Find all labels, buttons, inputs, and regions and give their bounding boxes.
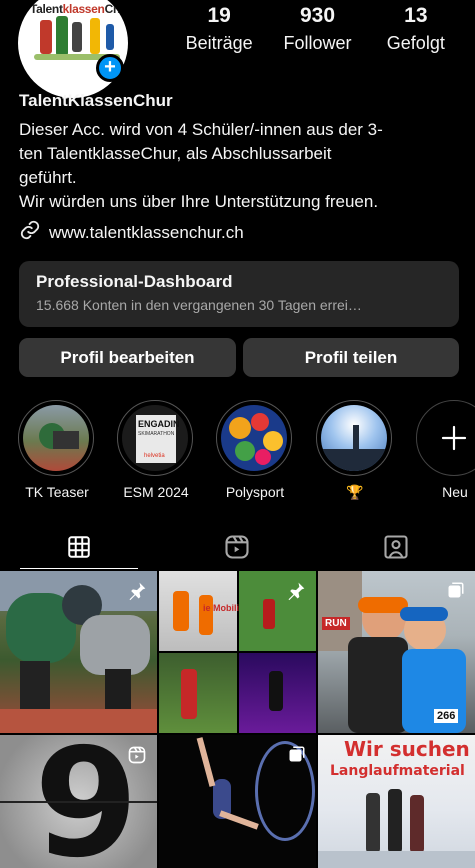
dashboard-subtitle: 15.668 Konten in den vergangenen 30 Tage… bbox=[36, 297, 362, 313]
highlight-cover bbox=[221, 405, 287, 471]
highlight-label: 🏆 bbox=[346, 484, 364, 500]
stat-posts-label: Beiträge bbox=[185, 33, 253, 53]
highlight-cover: ENGADIN SKIMARATHON helvetia bbox=[122, 405, 188, 471]
add-story-button[interactable]: + bbox=[96, 54, 124, 82]
edit-profile-button[interactable]: Profil bearbeiten bbox=[19, 338, 236, 377]
dashboard-title: Professional-Dashboard bbox=[36, 272, 233, 291]
highlight-polysport[interactable]: Polysport bbox=[216, 400, 294, 500]
stat-posts-count: 19 bbox=[207, 4, 231, 27]
tab-posts-grid[interactable] bbox=[0, 525, 158, 569]
stat-following-count: 13 bbox=[404, 4, 428, 27]
post-thumbnail[interactable]: Wir suchen Langlaufmaterial bbox=[318, 735, 475, 868]
highlight-label: Neu bbox=[442, 484, 468, 500]
posts-grid: ie Mobili RUN 266 9 Wir suchen Langlaufm… bbox=[0, 571, 475, 868]
highlight-label: TK Teaser bbox=[25, 484, 89, 500]
tab-tagged[interactable] bbox=[317, 525, 475, 569]
post-thumbnail[interactable] bbox=[159, 735, 316, 868]
stat-followers-label: Follower bbox=[283, 33, 352, 53]
share-profile-button[interactable]: Profil teilen bbox=[243, 338, 459, 377]
post-thumbnail[interactable]: RUN 266 bbox=[318, 571, 475, 733]
stat-following-label: Gefolgt bbox=[386, 33, 445, 53]
profile-name: TalentKlassenChur bbox=[19, 91, 173, 110]
profile-tabs bbox=[0, 525, 475, 569]
highlight-trophy[interactable]: 🏆 bbox=[316, 400, 394, 501]
reels-icon bbox=[225, 535, 250, 559]
bio-line: Wir würden uns über Ihre Unterstützung f… bbox=[19, 192, 379, 211]
profile-stats: 19 Beiträge 930 Follower 13 Gefolgt bbox=[170, 4, 465, 54]
bio-line: geführt. bbox=[19, 168, 77, 187]
profile-avatar[interactable]: TalentklassenChur bbox=[18, 0, 128, 98]
post-thumbnail[interactable]: ie Mobili bbox=[159, 571, 316, 733]
link-text: www.talentklassenchur.ch bbox=[49, 222, 244, 242]
avatar-logo: TalentklassenChur bbox=[30, 2, 128, 16]
highlight-cover bbox=[321, 405, 387, 471]
profile-bio: Dieser Acc. wird von 4 Schüler/-innen au… bbox=[19, 118, 469, 214]
stat-followers-count: 930 bbox=[299, 4, 336, 27]
stat-followers[interactable]: 930 Follower bbox=[268, 4, 366, 54]
pin-icon bbox=[286, 581, 306, 606]
highlight-new[interactable]: Neu bbox=[416, 400, 475, 500]
bio-line: Dieser Acc. wird von 4 Schüler/-innen au… bbox=[19, 120, 383, 139]
carousel-icon bbox=[447, 581, 465, 604]
bio-line: ten TalentklasseChur, als Abschlussarbei… bbox=[19, 144, 332, 163]
grid-icon bbox=[68, 536, 90, 558]
highlight-cover bbox=[23, 405, 89, 471]
highlight-label: Polysport bbox=[225, 484, 285, 500]
highlight-esm-2024[interactable]: ENGADIN SKIMARATHON helvetia ESM 2024 bbox=[117, 400, 195, 500]
highlight-label: ESM 2024 bbox=[123, 484, 189, 500]
post-thumbnail[interactable] bbox=[0, 571, 157, 733]
carousel-icon bbox=[288, 745, 306, 768]
link-icon bbox=[19, 219, 41, 246]
tab-reels[interactable] bbox=[158, 525, 316, 569]
professional-dashboard[interactable]: Professional-Dashboard 15.668 Konten in … bbox=[19, 261, 459, 327]
stat-following[interactable]: 13 Gefolgt bbox=[367, 4, 465, 54]
profile-link[interactable]: www.talentklassenchur.ch bbox=[19, 219, 244, 246]
stat-posts[interactable]: 19 Beiträge bbox=[170, 4, 268, 54]
plus-icon bbox=[421, 405, 475, 471]
pin-icon bbox=[127, 581, 147, 606]
highlight-tk-teaser[interactable]: TK Teaser bbox=[18, 400, 96, 500]
post-thumbnail[interactable]: 9 bbox=[0, 735, 157, 868]
tagged-icon bbox=[384, 535, 408, 559]
reel-icon bbox=[127, 745, 147, 770]
